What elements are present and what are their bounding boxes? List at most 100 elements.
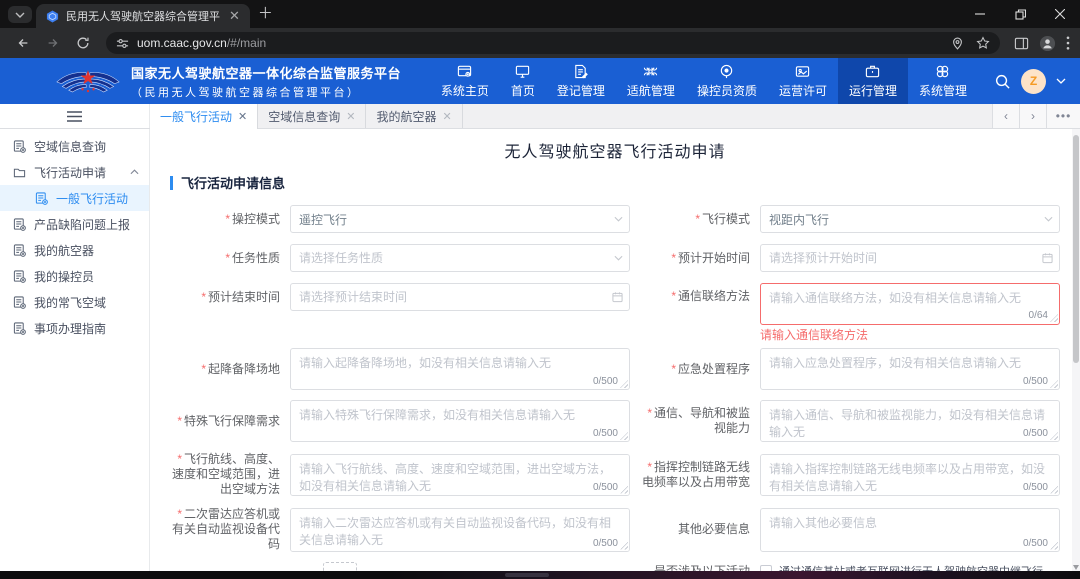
other-info-textarea[interactable] xyxy=(760,508,1060,552)
sidebar-item-my-aircraft[interactable]: 我的航空器 xyxy=(0,237,149,263)
sidebar-item-flight-activity-application[interactable]: 飞行活动申请 xyxy=(0,159,149,185)
platform-title: 国家无人驾驶航空器一体化综合监管服务平台 xyxy=(131,63,401,82)
sidebar-item-my-operators[interactable]: 我的操控员 xyxy=(0,263,149,289)
sidebar-collapse-button[interactable] xyxy=(0,104,150,128)
calendar-icon xyxy=(1042,253,1053,264)
location-pin-icon[interactable] xyxy=(951,37,964,50)
comm-method-textarea[interactable] xyxy=(760,283,1060,325)
header-tools: Z xyxy=(978,69,1080,94)
browser-tab[interactable]: 民用无人驾驶航空器综合管理平 ✕ xyxy=(36,4,250,28)
application-form: *操控模式 *飞行模式 *任务性质 xyxy=(170,205,1060,571)
user-avatar[interactable]: Z xyxy=(1021,69,1046,94)
restore-button[interactable] xyxy=(1000,0,1040,28)
chrome-menu-icon[interactable] xyxy=(1066,36,1070,50)
special-support-textarea[interactable] xyxy=(290,400,630,442)
char-counter: 0/500 xyxy=(1020,376,1048,387)
char-counter: 0/500 xyxy=(1020,482,1048,493)
window-icon xyxy=(457,64,472,79)
tab-close-icon[interactable]: ✕ xyxy=(238,110,247,123)
nav-item-operation-license[interactable]: 运营许可 xyxy=(768,58,838,104)
section-accent-bar xyxy=(170,176,173,190)
new-tab-button[interactable]: ＋ xyxy=(258,2,273,23)
field-label: *飞行航线、高度、速度和空域范围，进出空域方法 xyxy=(170,452,290,497)
url-text: uom.caac.gov.cn/#/main xyxy=(137,36,266,50)
platform-subtitle: （民用无人驾驶航空器综合管理平台） xyxy=(131,84,401,100)
section-header: 飞行活动申请信息 xyxy=(170,173,1060,192)
start-time-input[interactable] xyxy=(760,244,1060,272)
char-counter: 0/500 xyxy=(1020,428,1048,439)
user-menu-chevron-icon[interactable] xyxy=(1056,78,1066,84)
control-mode-select[interactable] xyxy=(290,205,630,233)
page-tab-airspace-query[interactable]: 空域信息查询✕ xyxy=(258,104,366,128)
reload-button[interactable] xyxy=(70,30,96,56)
activity-option: 通过通信基站或者互联网进行无人驾驶航空器中继飞行 xyxy=(760,562,1080,571)
nav-item-home[interactable]: 首页 xyxy=(500,58,546,104)
calendar-icon xyxy=(612,292,623,303)
field-label: *预计开始时间 xyxy=(642,251,760,266)
takeoff-sites-textarea[interactable] xyxy=(290,348,630,390)
search-icon[interactable] xyxy=(994,73,1011,90)
close-button[interactable] xyxy=(1040,0,1080,28)
field-label: 其他必要信息 xyxy=(642,522,760,537)
screen-icon xyxy=(795,64,810,79)
tab-more-button[interactable]: ••• xyxy=(1046,104,1080,128)
control-link-textarea[interactable] xyxy=(760,454,1060,496)
page-tab-general-flight[interactable]: 一般飞行活动✕ xyxy=(150,104,258,129)
form-doc-icon xyxy=(35,192,48,205)
window-controls xyxy=(960,0,1080,28)
comm-nav-surveillance-textarea[interactable] xyxy=(760,400,1060,442)
tab-close-icon[interactable]: ✕ xyxy=(442,110,451,123)
platform-brand: 国家无人驾驶航空器一体化综合监管服务平台 （民用无人驾驶航空器综合管理平台） xyxy=(0,63,401,100)
nav-item-operator-qualification[interactable]: 操控员资质 xyxy=(686,58,768,104)
nav-item-registration[interactable]: 登记管理 xyxy=(546,58,616,104)
field-label: 是否涉及以下活动 xyxy=(642,562,760,571)
end-time-input[interactable] xyxy=(290,283,630,311)
field-label: *操控模式 xyxy=(170,212,290,227)
sidebar-item-airspace-info-query[interactable]: 空域信息查询 xyxy=(0,133,149,159)
chevron-down-icon xyxy=(1044,216,1053,222)
tab-close-icon[interactable]: ✕ xyxy=(346,110,355,123)
sidebar-item-general-flight-activity[interactable]: 一般飞行活动 xyxy=(0,185,149,211)
chevron-down-icon xyxy=(15,12,25,18)
tab-scroll-left-button[interactable]: ‹ xyxy=(992,104,1019,128)
nav-item-system-home[interactable]: 系统主页 xyxy=(430,58,500,104)
tab-scroll-controls: ‹ › ••• xyxy=(992,104,1080,128)
task-nature-select[interactable] xyxy=(290,244,630,272)
upload-approval-file-button[interactable]: ＋ xyxy=(323,562,357,571)
sidebar-item-product-defect-report[interactable]: 产品缺陷问题上报 xyxy=(0,211,149,237)
forward-button[interactable] xyxy=(40,30,66,56)
content-scrollbar[interactable] xyxy=(1072,129,1080,571)
nav-item-airworthiness[interactable]: 适航管理 xyxy=(616,58,686,104)
minimize-button[interactable] xyxy=(960,0,1000,28)
flight-mode-select[interactable] xyxy=(760,205,1060,233)
site-info-icon[interactable] xyxy=(116,37,129,50)
field-label: *通信、导航和被监视能力 xyxy=(642,406,760,436)
bookmark-star-icon[interactable] xyxy=(976,36,990,50)
sidebar-item-my-frequent-airspace[interactable]: 我的常飞空域 xyxy=(0,289,149,315)
sidebar-item-guide[interactable]: 事项办理指南 xyxy=(0,315,149,341)
page-title: 无人驾驶航空器飞行活动申请 xyxy=(170,138,1060,162)
field-label: *预计结束时间 xyxy=(170,283,290,305)
url-bar[interactable]: uom.caac.gov.cn/#/main xyxy=(106,32,1000,54)
page-tab-my-aircraft[interactable]: 我的航空器✕ xyxy=(366,104,462,128)
side-panel-icon[interactable] xyxy=(1014,36,1029,51)
transponder-code-textarea[interactable] xyxy=(290,508,630,552)
scrollbar-down-arrow[interactable] xyxy=(1073,565,1079,570)
form-doc-icon xyxy=(13,244,26,257)
tab-scroll-right-button[interactable]: › xyxy=(1019,104,1046,128)
scrollbar-thumb[interactable] xyxy=(1073,135,1079,363)
tab-search-button[interactable] xyxy=(8,6,32,23)
nav-item-operation-management[interactable]: 运行管理 xyxy=(838,58,908,104)
form-doc-icon xyxy=(13,322,26,335)
page-tab-row: 一般飞行活动✕ 空域信息查询✕ 我的航空器✕ ‹ › ••• xyxy=(0,104,1080,129)
nav-item-system-management[interactable]: 系统管理 xyxy=(908,58,978,104)
char-counter: 0/64 xyxy=(1026,310,1048,321)
profile-icon[interactable] xyxy=(1039,35,1056,52)
tab-close-icon[interactable]: ✕ xyxy=(227,8,242,24)
top-nav: 系统主页 首页 登记管理 适航管理 操控员资质 运营许可 xyxy=(430,58,978,104)
site-favicon-icon xyxy=(46,10,59,23)
back-button[interactable] xyxy=(10,30,36,56)
emergency-procedure-textarea[interactable] xyxy=(760,348,1060,390)
field-label: *特殊飞行保障需求 xyxy=(170,414,290,429)
route-altitude-textarea[interactable] xyxy=(290,454,630,496)
